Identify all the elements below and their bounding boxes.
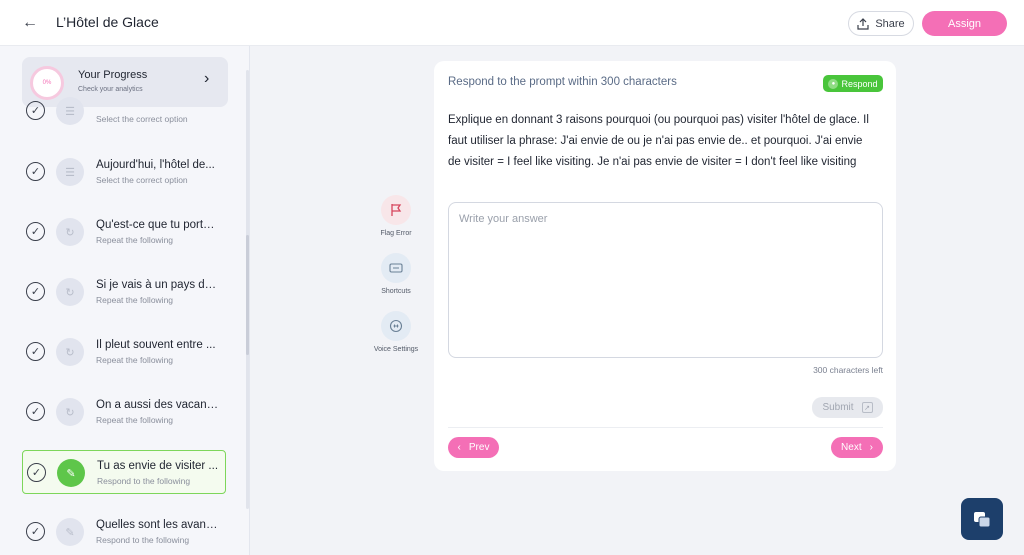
chevron-right-icon: › bbox=[204, 70, 210, 87]
check-circle-icon: ✓ bbox=[27, 463, 46, 482]
respond-icon: ✎ bbox=[56, 518, 84, 546]
submit-button[interactable]: Submit ↗ bbox=[812, 397, 883, 418]
respond-badge: ● Respond bbox=[823, 75, 883, 92]
question-card: Respond to the prompt within 300 charact… bbox=[434, 61, 896, 471]
check-circle-icon: ✓ bbox=[26, 222, 45, 241]
share-label: Share bbox=[875, 17, 905, 30]
voice-icon bbox=[381, 311, 411, 341]
list-icon: ☰ bbox=[56, 158, 84, 186]
back-arrow-icon[interactable]: ← bbox=[20, 13, 40, 33]
sidebar-item-title: Si je vais à un pays de... bbox=[96, 279, 220, 291]
shortcuts-label: Shortcuts bbox=[381, 288, 411, 295]
sidebar-item-active[interactable]: ✓ ✎ Tu as envie de visiter ... Respond t… bbox=[22, 450, 226, 494]
sidebar-item-title: Il pleut souvent entre ... bbox=[96, 339, 216, 351]
progress-title: Your Progress bbox=[78, 69, 148, 81]
divider bbox=[448, 427, 883, 428]
sidebar-item-subtitle: Repeat the following bbox=[96, 235, 174, 245]
repeat-icon: ↻ bbox=[56, 278, 84, 306]
check-circle-icon: ✓ bbox=[26, 101, 45, 120]
sidebar-item-title: Aujourd'hui, l'hôtel de... bbox=[96, 159, 215, 171]
sidebar-item[interactable]: ✓ ↻ Si je vais à un pays de... Repeat th… bbox=[22, 270, 226, 314]
prev-button[interactable]: ‹ Prev bbox=[448, 437, 499, 458]
check-circle-icon: ✓ bbox=[26, 342, 45, 361]
sidebar-item-subtitle: Respond to the following bbox=[97, 476, 191, 486]
submit-icon: ↗ bbox=[861, 402, 873, 413]
top-bar: ← L’Hôtel de Glace Share Assign bbox=[0, 0, 1024, 46]
sidebar-item[interactable]: ✓ ↻ Qu'est-ce que tu portes... Repeat th… bbox=[22, 210, 226, 254]
next-label: Next bbox=[841, 442, 862, 453]
chevron-left-icon: ‹ bbox=[457, 442, 461, 453]
sidebar-item-title: Qu'est-ce que tu portes... bbox=[96, 219, 220, 231]
sidebar-item[interactable]: ✓ ↻ Il pleut souvent entre ... Repeat th… bbox=[22, 330, 226, 374]
page-title: L’Hôtel de Glace bbox=[56, 14, 159, 30]
sidebar-item[interactable]: ✓ ↻ On a aussi des vacances... Repeat th… bbox=[22, 390, 226, 434]
sidebar-item-subtitle: Repeat the following bbox=[96, 355, 174, 365]
prev-label: Prev bbox=[468, 442, 490, 453]
share-icon bbox=[857, 17, 869, 30]
repeat-icon: ↻ bbox=[56, 398, 84, 426]
sidebar-item-subtitle: Repeat the following bbox=[96, 415, 174, 425]
assign-button[interactable]: Assign bbox=[922, 11, 1007, 36]
sidebar-item-title: On a aussi des vacances... bbox=[96, 399, 220, 411]
share-button[interactable]: Share bbox=[848, 11, 914, 36]
sidebar-item-subtitle: Select the correct option bbox=[96, 114, 188, 124]
sidebar-item[interactable]: ✓ ✎ Quelles sont les avantages... Respon… bbox=[22, 510, 226, 554]
flag-error-action[interactable]: Flag Error bbox=[365, 195, 427, 237]
shortcuts-action[interactable]: Shortcuts bbox=[365, 253, 427, 295]
check-circle-icon: ✓ bbox=[26, 162, 45, 181]
chevron-right-icon: › bbox=[869, 442, 873, 453]
characters-left: 300 characters left bbox=[813, 365, 883, 375]
sidebar-item-title: Tu as envie de visiter ... bbox=[97, 460, 219, 472]
respond-icon: ✎ bbox=[57, 459, 85, 487]
submit-label: Submit bbox=[822, 402, 854, 413]
repeat-icon: ↻ bbox=[56, 338, 84, 366]
check-circle-icon: ✓ bbox=[26, 522, 45, 541]
answer-textarea[interactable] bbox=[448, 202, 883, 358]
question-type-icon: ☰ bbox=[56, 97, 84, 125]
flag-error-label: Flag Error bbox=[380, 230, 412, 237]
sidebar-item-subtitle: Select the correct option bbox=[96, 175, 188, 185]
sidebar-item[interactable]: ✓ ☰ Aujourd'hui, l'hôtel de... Select th… bbox=[22, 150, 226, 194]
sidebar-item-subtitle: Respond to the following bbox=[96, 535, 190, 545]
check-circle-icon: ✓ bbox=[26, 282, 45, 301]
voice-settings-label: Voice Settings bbox=[373, 346, 419, 353]
flag-icon bbox=[381, 195, 411, 225]
sidebar-item[interactable]: ✓ ☰ Select the correct option bbox=[22, 89, 226, 133]
chat-launcher-button[interactable] bbox=[961, 498, 1003, 540]
respond-badge-icon: ● bbox=[828, 78, 839, 89]
question-prompt: Explique en donnant 3 raisons pourquoi (… bbox=[448, 114, 869, 168]
chat-icon bbox=[974, 512, 991, 528]
check-circle-icon: ✓ bbox=[26, 402, 45, 421]
card-header: Respond to the prompt within 300 charact… bbox=[448, 76, 677, 88]
repeat-icon: ↻ bbox=[56, 218, 84, 246]
sidebar-scrollbar-thumb[interactable] bbox=[246, 235, 249, 355]
sidebar-item-subtitle: Repeat the following bbox=[96, 295, 174, 305]
keyboard-icon bbox=[381, 253, 411, 283]
sidebar-item-title: Quelles sont les avantages... bbox=[96, 519, 220, 531]
next-button[interactable]: Next › bbox=[831, 437, 883, 458]
respond-badge-label: Respond bbox=[841, 78, 878, 89]
question-sidebar: 0% Your Progress Check your analytics › … bbox=[0, 46, 250, 555]
voice-settings-action[interactable]: Voice Settings bbox=[365, 311, 427, 353]
